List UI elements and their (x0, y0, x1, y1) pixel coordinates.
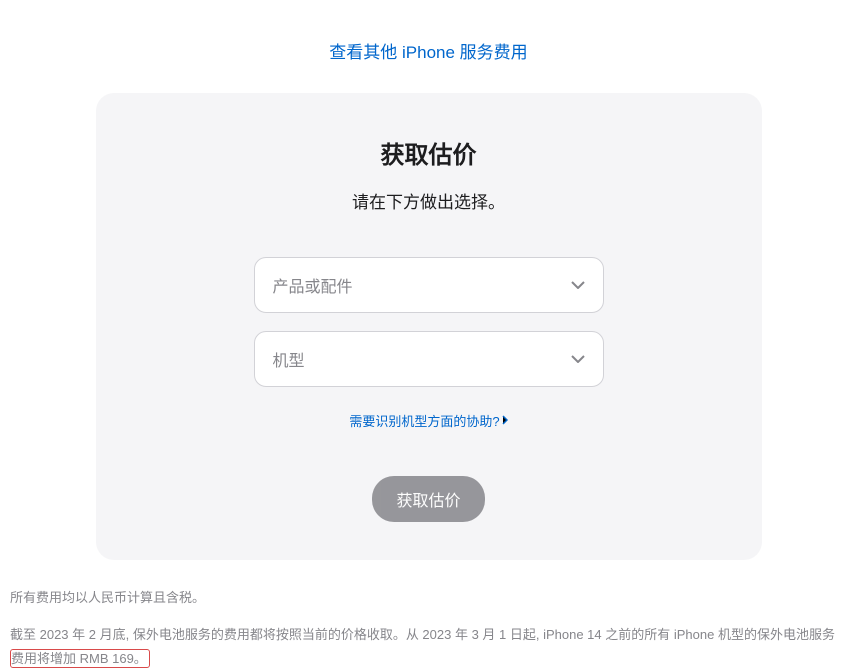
footer-notes: 所有费用均以人民币计算且含税。 截至 2023 年 2 月底, 保外电池服务的费… (10, 560, 847, 670)
chevron-down-icon (571, 352, 585, 366)
note-price-change: 截至 2023 年 2 月底, 保外电池服务的费用都将按照当前的价格收取。从 2… (10, 623, 847, 670)
chevron-right-icon (502, 413, 508, 428)
product-select-placeholder: 产品或配件 (273, 273, 353, 297)
help-identify-model-link[interactable]: 需要识别机型方面的协助? (349, 411, 507, 430)
card-title: 获取估价 (136, 135, 722, 170)
note-currency: 所有费用均以人民币计算且含税。 (10, 586, 847, 609)
price-highlight: 费用将增加 RMB 169。 (10, 649, 150, 668)
model-select-placeholder: 机型 (273, 347, 305, 371)
estimate-card: 获取估价 请在下方做出选择。 产品或配件 机型 需要识别机型方面的协助? 获取估… (96, 93, 762, 560)
help-link-label: 需要识别机型方面的协助? (349, 411, 499, 430)
product-select[interactable]: 产品或配件 (254, 257, 604, 313)
model-select[interactable]: 机型 (254, 331, 604, 387)
card-subtitle: 请在下方做出选择。 (136, 188, 722, 213)
get-estimate-button[interactable]: 获取估价 (372, 476, 484, 522)
chevron-down-icon (571, 278, 585, 292)
top-link-wrapper: 查看其他 iPhone 服务费用 (10, 0, 847, 93)
note-price-change-part1: 截至 2023 年 2 月底, 保外电池服务的费用都将按照当前的价格收取。从 2… (10, 627, 835, 642)
other-service-fee-link[interactable]: 查看其他 iPhone 服务费用 (329, 43, 527, 62)
